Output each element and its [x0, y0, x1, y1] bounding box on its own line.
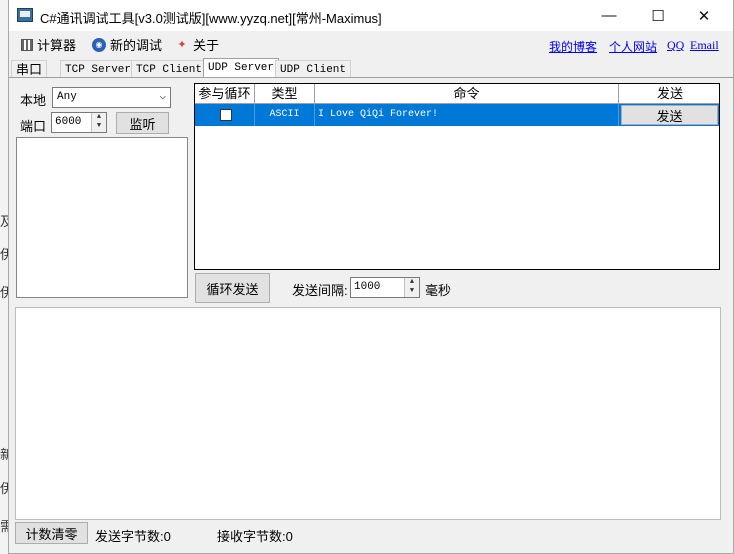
row-send-button[interactable]: 发送	[621, 105, 718, 125]
spin-down-icon[interactable]: ▼	[92, 122, 106, 131]
menu-bar: 计算器 ◉ 新的调试 ✦ 关于 我的博客 个人网站 QQ Email	[9, 31, 733, 57]
column-header-loop[interactable]: 参与循环	[195, 84, 255, 104]
port-value: 6000	[55, 116, 82, 128]
interval-stepper[interactable]: 1000 ▲ ▼	[350, 277, 420, 298]
loop-send-button[interactable]: 循环发送	[195, 273, 270, 303]
tab-strip: 串口 TCP Server TCP Client UDP Server UDP …	[9, 58, 733, 78]
port-spin-buttons[interactable]: ▲ ▼	[91, 113, 106, 132]
table-row[interactable]: ASCII I Love QiQi Forever! 发送	[195, 104, 719, 126]
tab-panel-border	[9, 77, 733, 78]
command-grid[interactable]: 参与循环 类型 命令 发送 ASCII I Love QiQi Forever!…	[194, 83, 720, 270]
tab-tcp-client[interactable]: TCP Client	[131, 60, 208, 78]
menu-item-label: 新的调试	[110, 38, 163, 53]
received-bytes-count: 接收字节数:0	[217, 529, 293, 544]
client-list[interactable]	[16, 137, 188, 298]
spin-up-icon[interactable]: ▲	[92, 113, 106, 122]
menu-item-label: 关于	[193, 38, 220, 53]
local-address-select[interactable]: Any ⌵	[52, 87, 171, 108]
about-icon: ✦	[177, 38, 187, 51]
clear-count-button[interactable]: 计数清零	[15, 522, 88, 544]
interval-unit: 毫秒	[425, 283, 452, 298]
tab-udp-client[interactable]: UDP Client	[275, 60, 352, 78]
tab-tcp-server[interactable]: TCP Server	[60, 60, 137, 78]
port-stepper[interactable]: 6000 ▲ ▼	[51, 112, 107, 133]
command-cell[interactable]: I Love QiQi Forever!	[315, 104, 619, 126]
chevron-down-icon: ⌵	[159, 91, 166, 103]
port-label: 端口	[20, 119, 47, 134]
spin-up-icon[interactable]: ▲	[405, 278, 419, 287]
menu-item-label: 计算器	[37, 38, 77, 53]
title-bar[interactable]: C#通讯调试工具[v3.0测试版][www.yyzq.net][常州-Maxim…	[9, 0, 733, 31]
qq-link[interactable]: QQ	[667, 38, 684, 53]
listen-button[interactable]: 监听	[116, 112, 169, 134]
column-header-send[interactable]: 发送	[619, 84, 719, 104]
personal-site-link[interactable]: 个人网站	[609, 38, 657, 55]
app-icon	[17, 8, 33, 22]
maximize-button[interactable]: ☐	[635, 0, 681, 31]
interval-spin-buttons[interactable]: ▲ ▼	[404, 278, 419, 297]
email-link[interactable]: Email	[690, 38, 719, 53]
tab-serial[interactable]: 串口	[11, 60, 48, 78]
tab-udp-server[interactable]: UDP Server	[203, 58, 280, 78]
loop-cell[interactable]	[195, 104, 255, 126]
column-header-type[interactable]: 类型	[255, 84, 315, 104]
type-cell[interactable]: ASCII	[255, 104, 315, 126]
interval-label: 发送间隔:	[292, 283, 348, 298]
app-window: C#通讯调试工具[v3.0测试版][www.yyzq.net][常州-Maxim…	[8, 0, 734, 554]
globe-icon: ◉	[92, 37, 106, 52]
window-title: C#通讯调试工具[v3.0测试版][www.yyzq.net][常州-Maxim…	[40, 11, 382, 26]
interval-value: 1000	[354, 281, 381, 293]
sent-bytes-count: 发送字节数:0	[95, 529, 171, 544]
column-header-command[interactable]: 命令	[315, 84, 619, 104]
local-address-value: Any	[57, 91, 77, 103]
loop-checkbox[interactable]	[220, 109, 232, 121]
menu-item-new-debug[interactable]: ◉ 新的调试	[92, 35, 162, 54]
blog-link[interactable]: 我的博客	[549, 38, 597, 55]
menu-item-about[interactable]: ✦ 关于	[175, 35, 219, 54]
menu-item-calculator[interactable]: 计算器	[21, 35, 76, 54]
receive-output-area[interactable]	[15, 307, 721, 520]
close-button[interactable]: ✕	[681, 0, 727, 31]
minimize-button[interactable]: —	[586, 0, 632, 31]
calculator-icon	[21, 38, 33, 51]
spin-down-icon[interactable]: ▼	[405, 287, 419, 296]
local-label: 本地	[20, 93, 47, 108]
